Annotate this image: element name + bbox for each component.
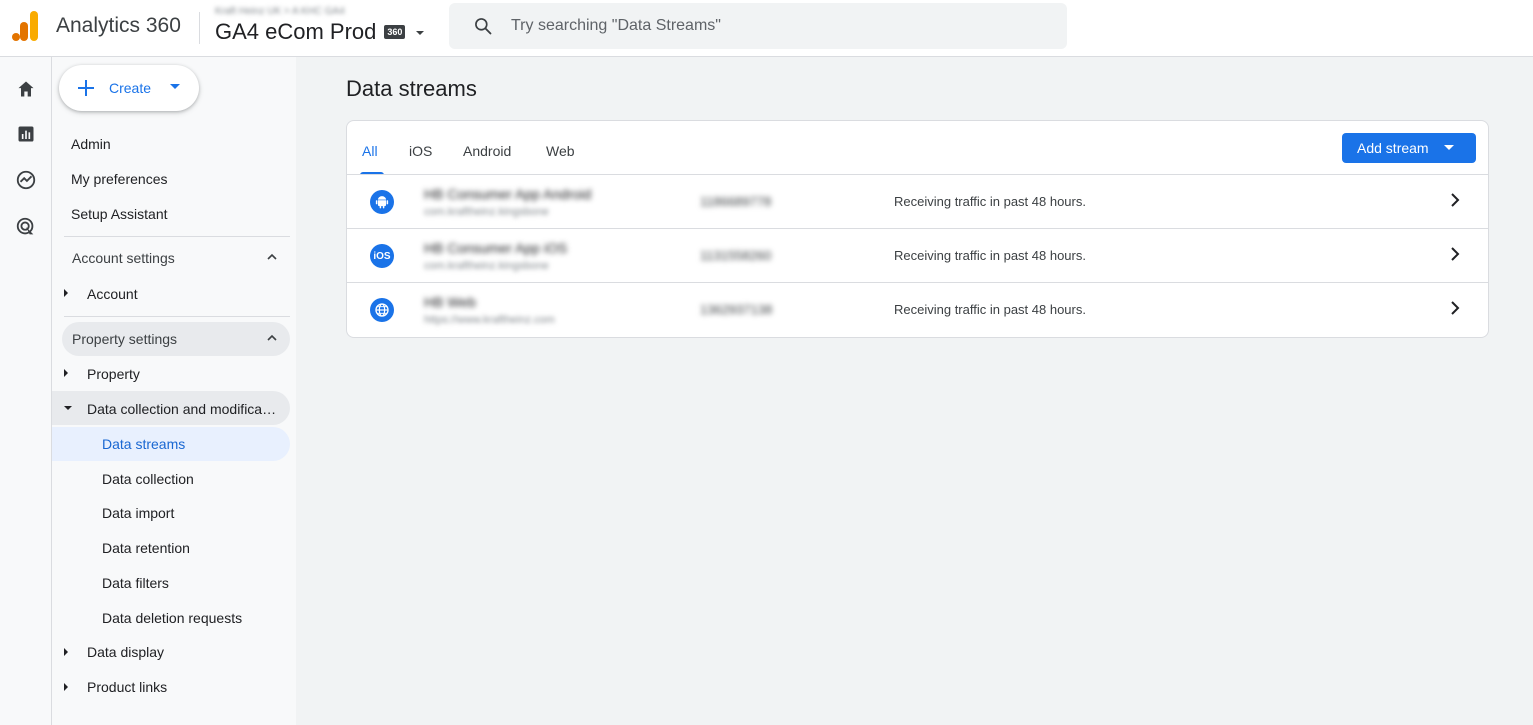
reports-icon[interactable] [14, 122, 38, 146]
admin-sidenav: Create Admin My preferences Setup Assist… [52, 57, 296, 725]
property-name: GA4 eCom Prod [215, 19, 377, 44]
chevron-right-icon[interactable] [1447, 192, 1463, 208]
stream-id: 1131558260 [700, 248, 772, 263]
stream-id: 1362937138 [700, 302, 773, 317]
nav-data-deletion-requests[interactable]: Data deletion requests [102, 610, 242, 626]
chevron-right-icon[interactable] [1447, 300, 1463, 316]
expand-arrow-icon[interactable] [64, 648, 68, 656]
nav-admin[interactable]: Admin [71, 136, 111, 152]
nav-data-streams[interactable]: Data streams [102, 436, 185, 452]
account-path[interactable]: Kraft Heinz UK > A KHC GA4 [215, 6, 345, 17]
advertising-icon[interactable] [14, 215, 38, 239]
search-bar[interactable] [449, 3, 1067, 49]
nav-data-filters[interactable]: Data filters [102, 575, 169, 591]
stream-id: 1186689778 [700, 194, 772, 209]
add-stream-button[interactable]: Add stream [1342, 133, 1476, 163]
add-stream-label: Add stream [1357, 140, 1429, 156]
tab-android[interactable]: Android [463, 143, 511, 159]
stream-status: Receiving traffic in past 48 hours. [894, 248, 1086, 263]
stream-package: com.kraftheinz.kingsbone [424, 206, 549, 218]
expand-arrow-icon[interactable] [64, 369, 68, 377]
left-rail [0, 57, 52, 725]
tab-all[interactable]: All [362, 143, 378, 159]
chevron-right-icon[interactable] [1447, 246, 1463, 262]
caret-down-icon [1444, 145, 1454, 150]
create-label: Create [109, 80, 152, 96]
nav-data-retention[interactable]: Data retention [102, 540, 190, 556]
top-bar: Analytics 360 Kraft Heinz UK > A KHC GA4… [0, 0, 1533, 57]
account-settings-header[interactable]: Account settings [62, 241, 290, 275]
tab-web[interactable]: Web [546, 143, 575, 159]
home-icon[interactable] [14, 77, 38, 101]
create-button[interactable]: Create [59, 65, 199, 111]
stream-name: HB Web [424, 294, 476, 310]
expand-arrow-icon[interactable] [64, 683, 68, 691]
ios-glyph: iOS [373, 250, 391, 262]
chevron-up-icon [267, 253, 277, 260]
stream-row[interactable]: iOS HB Consumer App iOS com.kraftheinz.k… [347, 228, 1488, 282]
property-picker[interactable]: GA4 eCom Prod 360 [215, 19, 406, 45]
header-divider [199, 12, 200, 44]
expand-arrow-icon[interactable] [64, 289, 68, 297]
stream-package: com.kraftheinz.kingsbone [424, 260, 549, 272]
nav-data-display[interactable]: Data display [87, 644, 164, 660]
nav-account[interactable]: Account [87, 286, 138, 302]
nav-setup-assistant[interactable]: Setup Assistant [71, 206, 168, 222]
stream-url: https://www.kraftheinz.com [424, 314, 555, 326]
search-input[interactable] [511, 3, 1051, 49]
search-icon [475, 18, 492, 35]
nav-data-collection-modification[interactable]: Data collection and modifica… [87, 401, 276, 417]
stream-status: Receiving traffic in past 48 hours. [894, 302, 1086, 317]
page-title: Data streams [346, 76, 477, 101]
caret-down-icon [170, 84, 180, 89]
stream-row[interactable]: HB Consumer App Android com.kraftheinz.k… [347, 174, 1488, 228]
stream-name: HB Consumer App iOS [424, 240, 568, 256]
ios-icon: iOS [370, 244, 394, 268]
tab-ios[interactable]: iOS [409, 143, 432, 159]
badge-360: 360 [384, 25, 406, 39]
plus-icon [78, 80, 94, 96]
caret-down-icon[interactable] [414, 29, 426, 37]
stream-status: Receiving traffic in past 48 hours. [894, 194, 1086, 209]
nav-product-links[interactable]: Product links [87, 679, 167, 695]
chevron-up-icon [267, 334, 277, 341]
nav-data-import[interactable]: Data import [102, 505, 174, 521]
nav-divider [64, 236, 290, 237]
streams-card: All iOS Android Web Add stream HB Consum… [346, 120, 1489, 338]
product-name: Analytics 360 [56, 14, 181, 37]
nav-data-collection[interactable]: Data collection [102, 471, 194, 487]
account-settings-label: Account settings [72, 250, 175, 266]
stream-row[interactable]: HB Web https://www.kraftheinz.com 136293… [347, 282, 1488, 336]
property-settings-header[interactable]: Property settings [62, 322, 290, 356]
nav-my-preferences[interactable]: My preferences [71, 171, 167, 187]
stream-name: HB Consumer App Android [424, 186, 592, 202]
property-settings-label: Property settings [72, 331, 178, 347]
analytics-logo[interactable] [12, 11, 40, 41]
collapse-arrow-icon[interactable] [64, 406, 72, 410]
android-icon [370, 190, 394, 214]
nav-divider [64, 316, 290, 317]
globe-icon [370, 298, 394, 322]
explore-icon[interactable] [14, 168, 38, 192]
nav-property[interactable]: Property [87, 366, 140, 382]
